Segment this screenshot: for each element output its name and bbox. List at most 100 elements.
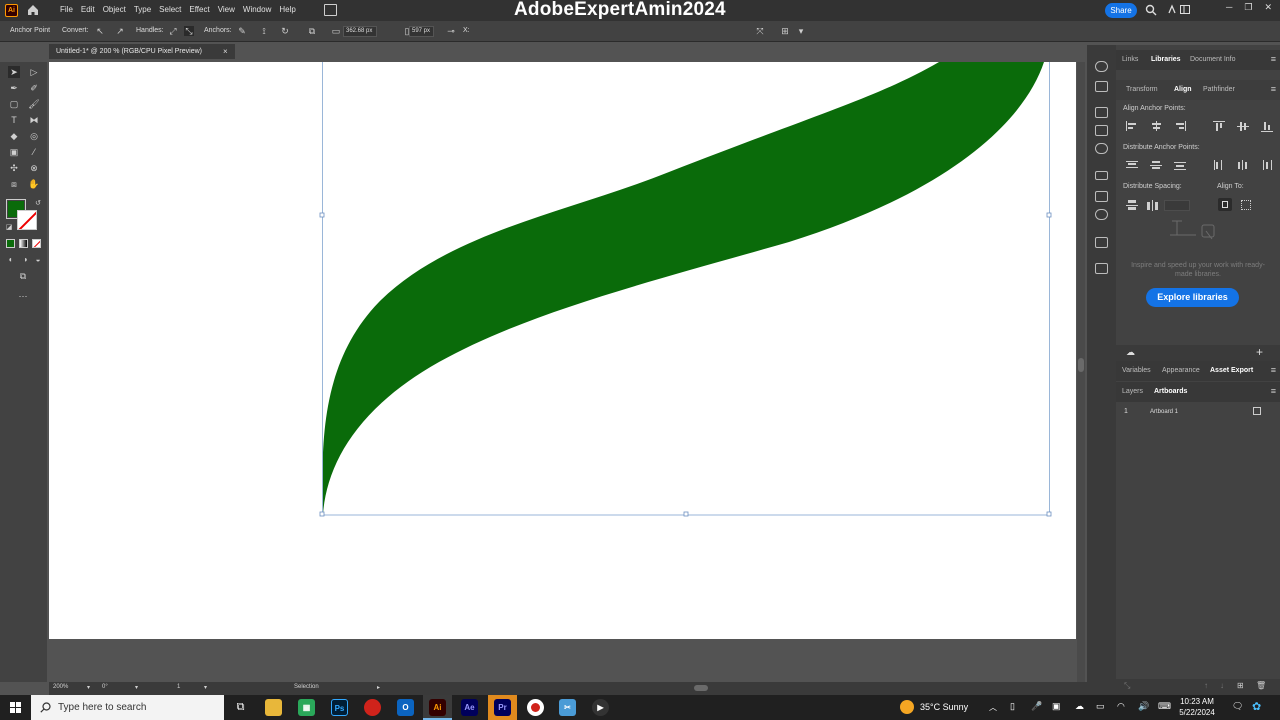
file-explorer-icon[interactable] xyxy=(265,699,282,716)
convert-smooth-icon[interactable]: ↗ xyxy=(115,26,125,36)
curvature-tool-icon[interactable]: ✐ xyxy=(28,82,40,94)
transform-panel-icon[interactable] xyxy=(1095,107,1108,118)
microphone-icon[interactable]: 🎤 xyxy=(1031,701,1042,712)
explore-libraries-button[interactable]: Explore libraries xyxy=(1146,288,1239,307)
draw-inside-icon[interactable]: ◒ xyxy=(32,254,44,266)
cloud-icon[interactable]: ☁ xyxy=(1126,347,1135,358)
none-mode-icon[interactable] xyxy=(32,239,41,248)
tab-pathfinder[interactable]: Pathfinder xyxy=(1203,86,1235,93)
resize-handle[interactable] xyxy=(1046,212,1052,218)
artboard-list-row[interactable]: 1 Artboard 1 xyxy=(1116,405,1280,420)
task-view-icon[interactable]: ⧉ xyxy=(232,699,249,716)
distribute-right-icon[interactable] xyxy=(1261,160,1273,170)
align-options-icon[interactable]: ⊞ xyxy=(780,26,790,36)
gradient-mode-icon[interactable] xyxy=(19,239,28,248)
tab-links[interactable]: Links xyxy=(1122,56,1138,63)
distribute-vertical-space-icon[interactable] xyxy=(1126,200,1138,210)
shape-builder-tool-icon[interactable]: ▣ xyxy=(8,146,20,158)
notifications-icon[interactable]: 🗨 xyxy=(1232,701,1243,712)
direct-selection-tool-icon[interactable]: ▷ xyxy=(28,66,40,78)
share-button[interactable]: Share xyxy=(1105,3,1137,18)
tab-layers[interactable]: Layers xyxy=(1122,388,1143,395)
green-curved-shape[interactable] xyxy=(322,62,1044,514)
menu-view[interactable]: View xyxy=(214,0,239,21)
lasso-tool-icon[interactable]: ◎ xyxy=(28,130,40,142)
spacing-input[interactable] xyxy=(1164,200,1190,211)
distribute-horizontal-space-icon[interactable] xyxy=(1147,200,1159,211)
wifi-icon[interactable]: ◠ xyxy=(1117,701,1125,712)
resize-handle[interactable] xyxy=(319,511,325,517)
color-mode-icon[interactable] xyxy=(6,239,15,248)
selection-tool-icon[interactable]: ➤ xyxy=(8,66,20,78)
blend-tool-icon[interactable]: ⊗ xyxy=(28,162,40,174)
x-coordinate-field[interactable]: 362.68 px xyxy=(343,26,377,37)
convert-corner-icon[interactable]: ↖ xyxy=(95,26,105,36)
reflect-tool-icon[interactable]: ⧓ xyxy=(28,114,40,126)
chevron-down-icon[interactable]: ▾ xyxy=(796,26,806,36)
home-icon[interactable] xyxy=(26,3,40,17)
artboard-options-icon[interactable] xyxy=(1253,407,1261,415)
edit-toolbar-icon[interactable]: ⋯ xyxy=(17,290,29,302)
menu-type[interactable]: Type xyxy=(130,0,155,21)
windows-start-icon[interactable] xyxy=(10,702,21,713)
vertical-align-top-icon[interactable] xyxy=(1213,121,1225,131)
stroke-panel-icon[interactable] xyxy=(1095,171,1108,180)
show-handles-icon[interactable]: ⤢ xyxy=(168,26,178,36)
align-to-artboard-icon[interactable] xyxy=(1241,200,1251,210)
copilot-icon[interactable]: ✿ xyxy=(1252,700,1261,713)
panel-menu-icon[interactable]: ≡ xyxy=(1271,54,1276,64)
vertical-align-center-icon[interactable] xyxy=(1237,121,1249,131)
discover-icon[interactable] xyxy=(1166,4,1178,16)
horizontal-align-center-icon[interactable] xyxy=(1150,121,1162,131)
menu-help[interactable]: Help xyxy=(275,0,299,21)
move-down-icon[interactable]: ↓ xyxy=(1220,681,1224,690)
draw-behind-icon[interactable]: ◑ xyxy=(19,254,31,266)
workspace-switcher-icon[interactable] xyxy=(1180,5,1190,14)
document-tab[interactable]: Untitled-1* @ 200 % (RGB/CPU Pixel Previ… xyxy=(49,44,235,61)
y-coordinate-field[interactable]: 597 px xyxy=(409,26,434,37)
distribute-bottom-icon[interactable] xyxy=(1174,160,1186,170)
delete-artboard-icon[interactable]: 🗑 xyxy=(1256,681,1266,690)
tab-transform[interactable]: Transform xyxy=(1126,86,1158,93)
menu-object[interactable]: Object xyxy=(99,0,130,21)
rectangle-tool-icon[interactable]: ▢ xyxy=(8,98,20,110)
move-up-icon[interactable]: ↑ xyxy=(1204,681,1208,690)
chevron-down-icon[interactable]: ▾ xyxy=(204,684,207,691)
asset-export-icon[interactable] xyxy=(1095,237,1108,248)
photoshop-app-icon[interactable]: Ps xyxy=(331,699,348,716)
screen-mode-icon[interactable]: ⧉ xyxy=(17,270,29,282)
isolate-icon[interactable]: ⧉ xyxy=(307,26,317,36)
canvas[interactable] xyxy=(49,62,1076,639)
record-app-icon[interactable] xyxy=(527,699,544,716)
artboard-tool-icon[interactable]: ⧈ xyxy=(8,178,20,190)
transform-icon[interactable]: ⤧ xyxy=(755,26,765,36)
media-player-icon[interactable]: ▶ xyxy=(592,699,609,716)
menu-select[interactable]: Select xyxy=(155,0,185,21)
hand-tool-icon[interactable]: ✋ xyxy=(28,178,40,190)
distribute-horizontal-center-icon[interactable] xyxy=(1237,160,1249,170)
opera-icon[interactable] xyxy=(364,699,381,716)
menu-window[interactable]: Window xyxy=(239,0,275,21)
link-icon[interactable]: ⊸ xyxy=(446,26,456,36)
pen-tool-icon[interactable]: ✒ xyxy=(8,82,20,94)
vertical-scrollbar[interactable] xyxy=(1077,62,1085,682)
arrange-documents-icon[interactable] xyxy=(324,4,337,16)
minimize-icon[interactable]: ─ xyxy=(1226,2,1232,13)
paintbrush-tool-icon[interactable]: 🖌 xyxy=(28,98,40,110)
tab-document-info[interactable]: Document Info xyxy=(1190,56,1236,63)
symbol-sprayer-tool-icon[interactable]: ✣ xyxy=(8,162,20,174)
panel-menu-icon[interactable]: ≡ xyxy=(1271,365,1276,375)
after-effects-app-icon[interactable]: Ae xyxy=(461,699,478,716)
status-menu-icon[interactable]: ▸ xyxy=(377,684,380,691)
chevron-down-icon[interactable]: ▾ xyxy=(87,684,90,691)
eyedropper-tool-icon[interactable]: ⁄ xyxy=(28,146,40,158)
chevron-down-icon[interactable]: ▾ xyxy=(135,684,138,691)
stroke-color-swatch[interactable] xyxy=(17,210,37,230)
panel-menu-icon[interactable]: ≡ xyxy=(1271,386,1276,396)
draw-normal-icon[interactable]: ◐ xyxy=(5,254,17,266)
snip-tool-icon[interactable]: ✂ xyxy=(559,699,576,716)
language-icon[interactable]: ⌨ xyxy=(1158,701,1171,712)
vertical-align-bottom-icon[interactable] xyxy=(1261,121,1273,132)
restore-icon[interactable]: ❐ xyxy=(1244,2,1252,13)
outlook-icon[interactable]: O xyxy=(397,699,414,716)
